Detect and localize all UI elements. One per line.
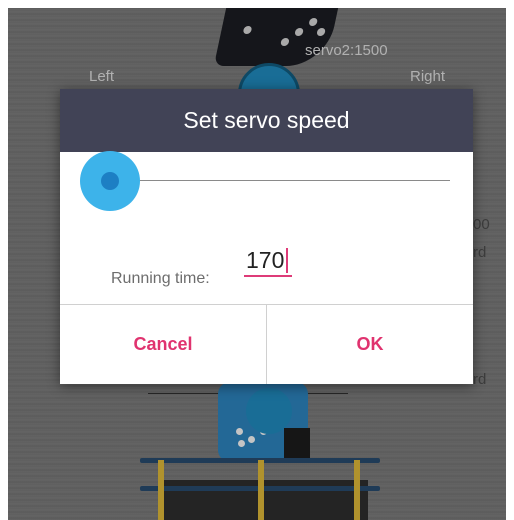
dialog-header: Set servo speed xyxy=(60,89,473,152)
cancel-button[interactable]: Cancel xyxy=(60,305,266,384)
running-time-input[interactable] xyxy=(244,245,292,277)
speed-slider-track[interactable] xyxy=(112,180,450,181)
text-cursor xyxy=(286,248,288,273)
servo-speed-dialog: Set servo speed Running time: Cancel OK xyxy=(60,89,473,384)
dialog-title: Set servo speed xyxy=(183,107,350,133)
running-time-label: Running time: xyxy=(111,270,210,287)
ok-button[interactable]: OK xyxy=(267,305,473,384)
speed-slider-thumb[interactable] xyxy=(101,172,119,190)
